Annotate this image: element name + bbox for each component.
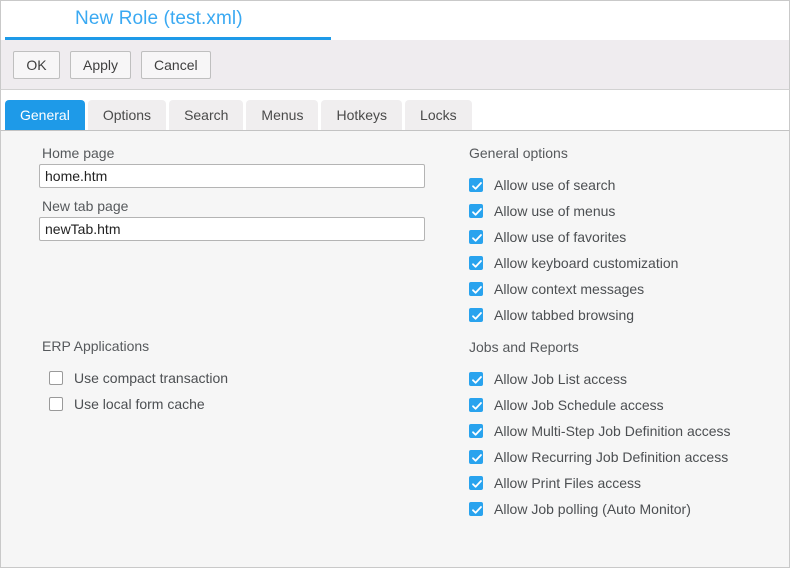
checkbox-label: Allow context messages: [494, 281, 645, 297]
checkbox-row-allow-job-polling-auto-monitor[interactable]: Allow Job polling (Auto Monitor): [469, 501, 691, 517]
checkbox-row-allow-use-of-favorites[interactable]: Allow use of favorites: [469, 229, 626, 245]
tab-search[interactable]: Search: [169, 100, 244, 130]
ok-button[interactable]: OK: [13, 50, 60, 79]
checkbox-row-allow-context-messages[interactable]: Allow context messages: [469, 281, 644, 297]
tab-panel-general: Home page New tab page ERP Applications …: [0, 130, 790, 568]
checkbox-label: Allow Print Files access: [494, 475, 642, 491]
checked-checkbox-icon[interactable]: [469, 424, 483, 438]
erp-applications-title: ERP Applications: [42, 338, 150, 354]
checkbox-row-allow-recurring-job-definition-access[interactable]: Allow Recurring Job Definition access: [469, 449, 728, 465]
checkbox-label: Allow use of menus: [494, 203, 616, 219]
apply-button[interactable]: Apply: [70, 50, 132, 79]
unchecked-checkbox-icon[interactable]: [49, 371, 63, 385]
tab-hotkeys[interactable]: Hotkeys: [321, 100, 403, 130]
checkbox-row-allow-tabbed-browsing[interactable]: Allow tabbed browsing: [469, 307, 634, 323]
checked-checkbox-icon[interactable]: [469, 178, 483, 192]
left-column: Home page New tab page ERP Applications …: [1, 131, 456, 567]
checkbox-label: Allow use of favorites: [494, 229, 627, 245]
checked-checkbox-icon[interactable]: [469, 398, 483, 412]
checkbox-label: Use compact transaction: [74, 370, 229, 386]
checkbox-label: Allow Job List access: [494, 371, 628, 387]
tab-bar: General Options Search Menus Hotkeys Loc…: [0, 90, 790, 130]
tab-options[interactable]: Options: [87, 100, 167, 130]
checkbox-row-allow-use-of-search[interactable]: Allow use of search: [469, 177, 615, 193]
cancel-button[interactable]: Cancel: [141, 50, 211, 79]
checkbox-row-allow-keyboard-customization[interactable]: Allow keyboard customization: [469, 255, 678, 271]
new-tab-page-input[interactable]: [39, 217, 425, 241]
checkbox-row-allow-print-files-access[interactable]: Allow Print Files access: [469, 475, 641, 491]
checkbox-label: Allow Recurring Job Definition access: [494, 449, 729, 465]
checkbox-label: Allow use of search: [494, 177, 616, 193]
home-page-label: Home page: [42, 145, 115, 161]
jobs-and-reports-title: Jobs and Reports: [469, 339, 579, 355]
checkbox-label: Allow keyboard customization: [494, 255, 679, 271]
checked-checkbox-icon[interactable]: [469, 476, 483, 490]
checked-checkbox-icon[interactable]: [469, 308, 483, 322]
checkbox-label: Allow Job polling (Auto Monitor): [494, 501, 691, 517]
checked-checkbox-icon[interactable]: [469, 372, 483, 386]
checkbox-label: Allow Multi-Step Job Definition access: [494, 423, 731, 439]
unchecked-checkbox-icon[interactable]: [49, 397, 63, 411]
tab-locks[interactable]: Locks: [405, 100, 472, 130]
general-options-title: General options: [469, 145, 568, 161]
checkbox-row-use-compact-transaction[interactable]: Use compact transaction: [49, 370, 228, 386]
page-title: New Role (test.xml): [75, 8, 243, 29]
dialog-toolbar: OK Apply Cancel: [0, 40, 790, 90]
checkbox-row-allow-job-schedule-access[interactable]: Allow Job Schedule access: [469, 397, 664, 413]
checkbox-row-use-local-form-cache[interactable]: Use local form cache: [49, 396, 205, 412]
checked-checkbox-icon[interactable]: [469, 204, 483, 218]
checked-checkbox-icon[interactable]: [469, 450, 483, 464]
checkbox-label: Allow Job Schedule access: [494, 397, 664, 413]
right-column: General options Allow use of search Allo…: [456, 131, 790, 567]
checkbox-row-allow-job-list-access[interactable]: Allow Job List access: [469, 371, 627, 387]
checkbox-row-allow-multi-step-job-definition-access[interactable]: Allow Multi-Step Job Definition access: [469, 423, 731, 439]
home-page-input[interactable]: [39, 164, 425, 188]
tab-general[interactable]: General: [5, 100, 85, 130]
checkbox-label: Allow tabbed browsing: [494, 307, 635, 323]
checkbox-row-allow-use-of-menus[interactable]: Allow use of menus: [469, 203, 615, 219]
role-editor-window: New Role (test.xml) OK Apply Cancel Gene…: [0, 0, 790, 568]
checked-checkbox-icon[interactable]: [469, 502, 483, 516]
tab-menus[interactable]: Menus: [246, 100, 319, 130]
window-titlebar: New Role (test.xml): [0, 0, 790, 40]
new-tab-page-label: New tab page: [42, 198, 129, 214]
checked-checkbox-icon[interactable]: [469, 256, 483, 270]
checked-checkbox-icon[interactable]: [469, 230, 483, 244]
checked-checkbox-icon[interactable]: [469, 282, 483, 296]
checkbox-label: Use local form cache: [74, 396, 205, 412]
